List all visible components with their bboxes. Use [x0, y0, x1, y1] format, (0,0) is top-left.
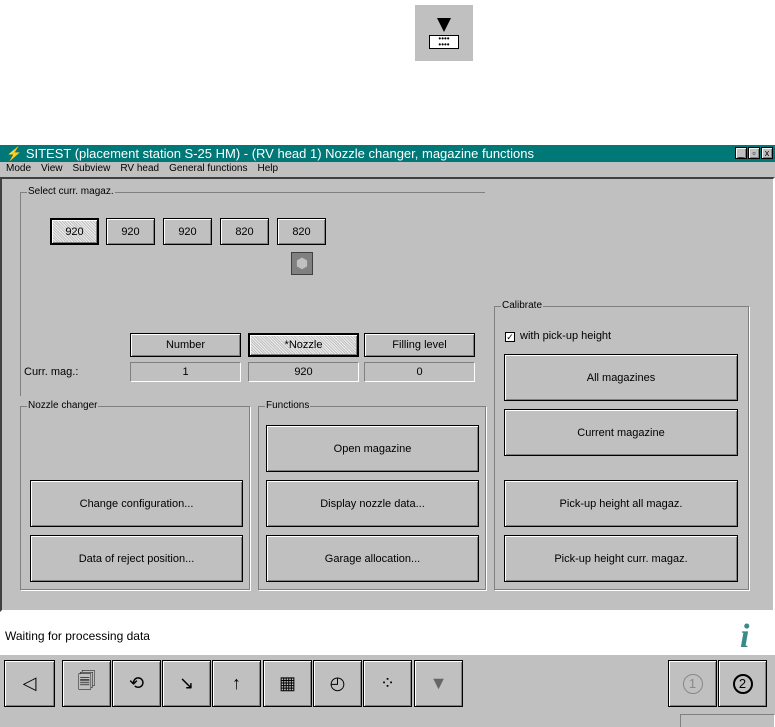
menu-rv-head[interactable]: RV head: [120, 162, 159, 176]
back-button[interactable]: ◁: [4, 660, 55, 707]
grid-icon: ▦: [278, 673, 296, 693]
head-2-icon: 2: [732, 673, 753, 694]
title-bar: ⚡ SITEST (placement station S-25 HM) - (…: [0, 145, 775, 162]
nozzle-changer-button[interactable]: ▼: [414, 660, 463, 707]
group-label: Nozzle changer: [27, 400, 99, 411]
all-magazines-button[interactable]: All magazines: [504, 354, 738, 401]
header-number[interactable]: Number: [130, 333, 241, 357]
maximize-button[interactable]: ▫: [748, 147, 760, 159]
pickup-height-checkbox[interactable]: ✓: [505, 332, 515, 342]
magazine-button-3[interactable]: 920: [163, 218, 212, 245]
curr-mag-filling-level: 0: [364, 362, 475, 382]
head-up-button[interactable]: ↑: [212, 660, 261, 707]
curr-mag-number: 1: [130, 362, 241, 382]
menu-bar: Mode View Subview RV head General functi…: [0, 162, 278, 176]
nozzle-garage-button[interactable]: ⁘: [363, 660, 412, 707]
nozzle-magazine-icon: •••• ••••: [415, 5, 473, 61]
head-1-icon: 1: [682, 673, 703, 694]
curr-mag-label: Curr. mag.:: [24, 366, 79, 378]
open-magazine-button[interactable]: Open magazine: [266, 425, 479, 472]
magazine-button-4[interactable]: 820: [220, 218, 269, 245]
group-label: Calibrate: [501, 300, 544, 311]
window-title: SITEST (placement station S-25 HM) - (RV…: [25, 146, 535, 161]
curr-mag-nozzle: 920: [248, 362, 359, 382]
head-up-icon: ↑: [232, 673, 241, 693]
menu-mode[interactable]: Mode: [6, 162, 31, 176]
info-icon[interactable]: i: [740, 618, 749, 656]
pickup-height-curr-button[interactable]: Pick-up height curr. magaz.: [504, 535, 738, 582]
app-icon: ⚡: [6, 146, 23, 161]
head-down-button[interactable]: ↘: [162, 660, 211, 707]
back-arrow-icon: ◁: [22, 673, 37, 693]
pages-icon: 🗐: [77, 670, 96, 691]
head-1-button[interactable]: 1: [668, 660, 717, 707]
magazine-button-5[interactable]: 820: [277, 218, 326, 245]
minimize-button[interactable]: _: [735, 147, 747, 159]
rotate-button[interactable]: ⟲: [112, 660, 161, 707]
header-nozzle[interactable]: *Nozzle: [248, 333, 359, 357]
nozzle-garage-icon: ⁘: [379, 673, 396, 693]
camera-icon: ◴: [329, 673, 346, 693]
reject-position-button[interactable]: Data of reject position...: [30, 535, 243, 582]
group-label: Select curr. magaz.: [27, 186, 115, 197]
head-down-icon: ↘: [178, 673, 195, 693]
rotate-icon: ⟲: [128, 673, 145, 693]
magazine-button-2[interactable]: 920: [106, 218, 155, 245]
header-filling-level[interactable]: Filling level: [364, 333, 475, 357]
magazine-button-1[interactable]: 920: [50, 218, 99, 245]
current-magazine-button[interactable]: Current magazine: [504, 409, 738, 456]
pickup-height-label: with pick-up height: [520, 330, 612, 342]
camera-button[interactable]: ◴: [313, 660, 362, 707]
status-panel: [680, 714, 775, 727]
menu-view[interactable]: View: [41, 162, 63, 176]
pages-button[interactable]: 🗐: [62, 660, 111, 707]
garage-allocation-button[interactable]: Garage allocation...: [266, 535, 479, 582]
grid-button[interactable]: ▦: [263, 660, 312, 707]
magazine-indicator-icon: ⬢: [291, 252, 313, 275]
menu-general-functions[interactable]: General functions: [169, 162, 247, 176]
pickup-height-all-button[interactable]: Pick-up height all magaz.: [504, 480, 738, 527]
status-text: Waiting for processing data: [5, 629, 150, 643]
display-nozzle-data-button[interactable]: Display nozzle data...: [266, 480, 479, 527]
menu-help[interactable]: Help: [257, 162, 278, 176]
menu-subview[interactable]: Subview: [73, 162, 111, 176]
group-label: Functions: [265, 400, 311, 411]
change-configuration-button[interactable]: Change configuration...: [30, 480, 243, 527]
head-2-button[interactable]: 2: [718, 660, 767, 707]
close-button[interactable]: x: [761, 147, 773, 159]
nozzle-changer-icon: ▼: [429, 673, 448, 693]
